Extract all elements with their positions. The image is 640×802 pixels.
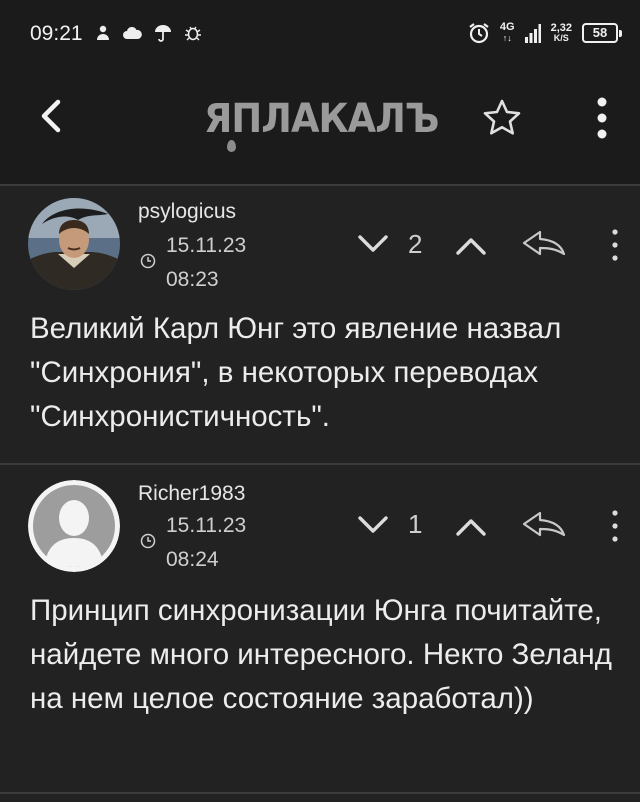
app-bar: ЯПЛАКАЛЪ xyxy=(0,66,640,184)
battery-indicator: 58 xyxy=(582,23,622,43)
comment-item: psylogicus 15.11.23 08:23 2 Великий Карл… xyxy=(0,186,640,463)
reply-icon[interactable] xyxy=(520,509,568,539)
avatar[interactable] xyxy=(28,198,120,290)
speed-unit: K/S xyxy=(553,33,569,43)
username[interactable]: psylogicus xyxy=(138,200,236,224)
bug-icon xyxy=(185,26,201,41)
comment-menu-icon[interactable] xyxy=(610,228,620,262)
system-icons: 4G ↑↓ 2,32 K/S 58 xyxy=(468,19,622,47)
umbrella-icon xyxy=(155,25,171,42)
avatar[interactable] xyxy=(28,480,120,572)
star-icon[interactable] xyxy=(480,96,524,140)
status-bar: 09:21 4G ↑↓ 2,32 K/S 58 xyxy=(0,0,640,66)
comment-menu-icon[interactable] xyxy=(610,509,620,543)
logo-drop-icon xyxy=(227,140,236,152)
cloud-icon xyxy=(123,26,142,39)
notification-icons xyxy=(96,22,202,44)
comment-text: Принцип синхронизации Юнга почитайте, на… xyxy=(30,594,612,715)
reply-icon[interactable] xyxy=(520,228,568,258)
username[interactable]: Richer1983 xyxy=(138,482,245,506)
site-logo[interactable]: ЯПЛАКАЛЪ xyxy=(204,96,439,142)
back-arrow-icon[interactable] xyxy=(30,94,74,138)
avatar-image xyxy=(28,198,120,290)
network-arrows: ↑↓ xyxy=(502,33,512,43)
comment-item: Richer1983 15.11.23 08:24 1 Принцип синх… xyxy=(0,465,640,790)
person-icon xyxy=(97,25,109,40)
speed-value: 2,32 xyxy=(550,22,572,34)
alarm-icon xyxy=(469,23,489,44)
signal-icon xyxy=(524,24,541,43)
vote-down-icon[interactable] xyxy=(356,513,390,537)
vote-count: 2 xyxy=(408,229,423,259)
comment-date: 15.11.23 xyxy=(166,514,247,537)
clock-icon xyxy=(140,253,156,269)
default-avatar-icon xyxy=(28,480,120,572)
comment-text: Великий Карл Юнг это явление назвал "Син… xyxy=(30,312,562,433)
network-label: 4G xyxy=(499,21,515,33)
comment-date: 15.11.23 xyxy=(166,234,247,257)
network-speed: 2,32 K/S xyxy=(550,22,572,44)
network-type: 4G ↑↓ xyxy=(500,22,515,44)
vote-up-icon[interactable] xyxy=(454,234,488,258)
vote-up-icon[interactable] xyxy=(454,515,488,539)
comment-time: 08:23 xyxy=(166,268,219,291)
status-time: 09:21 xyxy=(30,22,83,45)
comment-time: 08:24 xyxy=(166,548,219,571)
divider xyxy=(0,792,640,794)
vote-down-icon[interactable] xyxy=(356,232,390,256)
vote-count: 1 xyxy=(408,509,423,539)
more-vertical-icon[interactable] xyxy=(590,94,614,142)
clock-icon xyxy=(140,533,156,549)
